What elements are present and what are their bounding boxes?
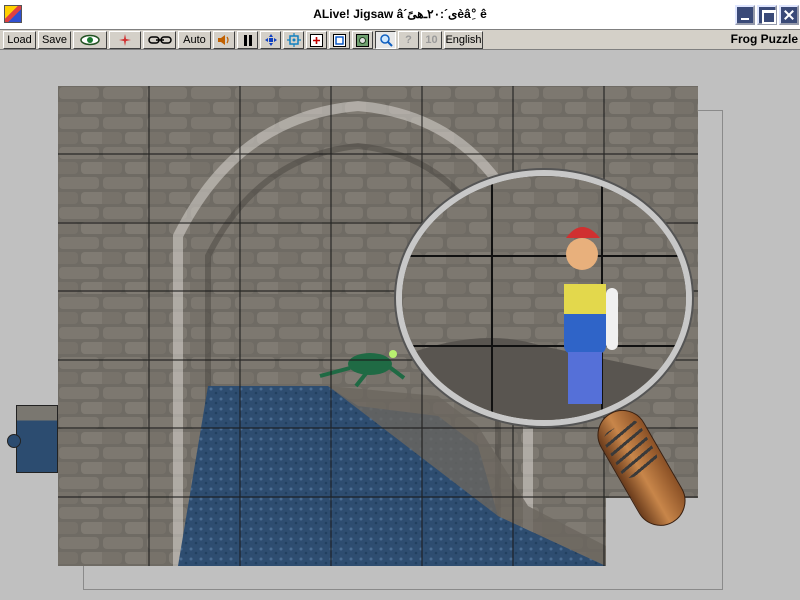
zoom-out-button[interactable]: [329, 31, 350, 49]
speaker-icon: [218, 35, 229, 46]
title-bar: ALive! Jigsaw â´ى´:٢٠ـ​ﻫﯽًèâ°ِ ê: [0, 0, 800, 30]
zoom-out-icon: [333, 33, 346, 47]
sound-button[interactable]: [213, 31, 235, 49]
puzzle-board[interactable]: [58, 86, 698, 566]
zoom-in-button[interactable]: [306, 31, 327, 49]
link-button[interactable]: [143, 31, 176, 49]
load-button[interactable]: Load: [3, 31, 36, 49]
zoom-in-icon: [310, 33, 323, 47]
puzzle-name: Frog Puzzle: [730, 32, 798, 46]
eye-icon: [80, 34, 100, 46]
magnifier-lens[interactable]: [396, 170, 692, 426]
chain-link-icon: [147, 36, 172, 44]
magnifier-button[interactable]: [375, 31, 396, 49]
loose-puzzle-piece[interactable]: [7, 405, 58, 473]
window-title: ALive! Jigsaw â´ى´:٢٠ـ​ﻫﯽًèâ°ِ ê: [313, 7, 487, 21]
auto-button[interactable]: Auto: [178, 31, 211, 49]
preview-button[interactable]: [352, 31, 373, 49]
center-icon: [286, 33, 301, 48]
pause-button[interactable]: [237, 31, 258, 49]
magnifier-icon: [379, 34, 393, 47]
help-button[interactable]: ?: [398, 31, 419, 49]
sparkle-icon: [119, 34, 131, 47]
language-button[interactable]: English: [444, 31, 483, 49]
minimize-button[interactable]: [735, 5, 755, 25]
center-button[interactable]: [283, 31, 304, 49]
maximize-button[interactable]: [757, 5, 777, 25]
sparkle-button[interactable]: [109, 31, 141, 49]
save-button[interactable]: Save: [38, 31, 71, 49]
eye-button[interactable]: [73, 31, 107, 49]
preview-image-icon: [356, 33, 369, 47]
pause-icon: [243, 34, 252, 46]
magnified-view: [402, 176, 686, 420]
toolbar: Load Save Auto ? 10 English Frog Puzzle: [0, 30, 800, 50]
close-button[interactable]: [779, 5, 799, 25]
count-button[interactable]: 10: [421, 31, 442, 49]
move-button[interactable]: [260, 31, 281, 49]
move-icon: [264, 34, 277, 47]
